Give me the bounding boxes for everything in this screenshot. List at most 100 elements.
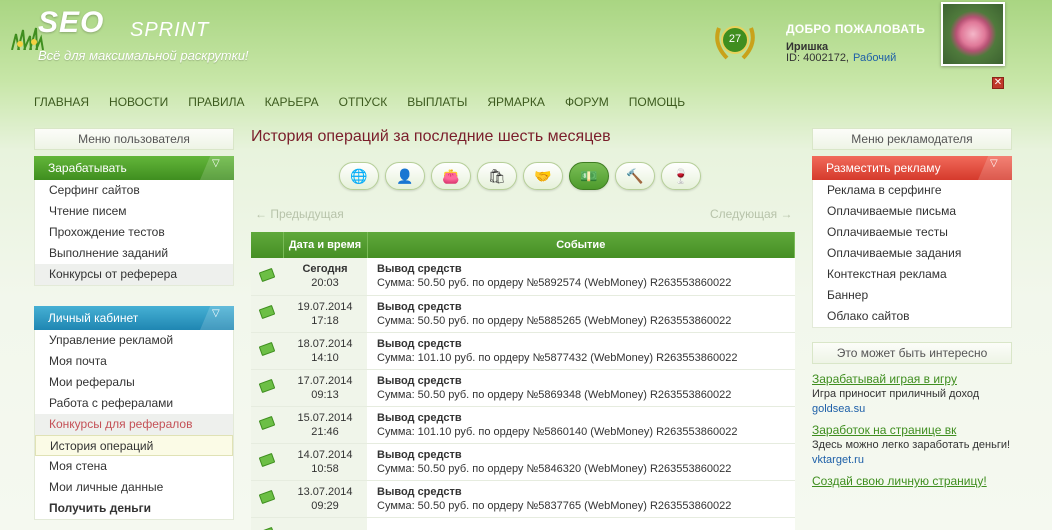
nav-item-5[interactable]: ВЫПЛАТЫ bbox=[407, 95, 467, 109]
event-column-header: Событие bbox=[367, 232, 795, 258]
nav-item-6[interactable]: ЯРМАРКА bbox=[487, 95, 545, 109]
cabinet-menu-label: Личный кабинет bbox=[48, 311, 139, 325]
interest-ad-site[interactable]: goldsea.su bbox=[812, 403, 1012, 415]
chevron-down-icon: ▽ bbox=[978, 156, 1012, 180]
advertiser-menu-item[interactable]: Реклама в серфинге bbox=[813, 180, 1011, 201]
user-id-line: ID: 4002172, Рабочий bbox=[786, 52, 896, 64]
wine-glass-icon: 🍷 bbox=[672, 167, 690, 184]
prev-page-link[interactable]: ← Предыдущая bbox=[255, 207, 344, 221]
cabinet-menu-item[interactable]: Управление рекламой bbox=[35, 330, 233, 351]
row-date: 19.07.2014 bbox=[297, 300, 353, 313]
row-summary: Сумма: 101.10 руб. по ордеру №5860140 (W… bbox=[377, 425, 738, 438]
close-icon[interactable]: ✕ bbox=[992, 77, 1004, 89]
earn-menu-header[interactable]: Зарабатывать ▽ bbox=[34, 156, 234, 180]
row-date: 15.07.2014 bbox=[297, 411, 353, 424]
filter-button[interactable]: 👤 bbox=[385, 162, 425, 190]
user-id: ID: 4002172, bbox=[786, 52, 849, 64]
main-nav: ГЛАВНАЯ НОВОСТИ ПРАВИЛА КАРЬЕРА ОТПУСК ВЫПЛАТ… bbox=[34, 95, 705, 109]
user-menu-title: Меню пользователя bbox=[34, 128, 234, 150]
site-logo[interactable]: SEO SPRINT Всё для максимальной раскрутк… bbox=[10, 4, 250, 66]
row-date: 18.07.2014 bbox=[297, 337, 353, 350]
row-icon-cell bbox=[251, 369, 283, 407]
earn-menu-item[interactable]: Чтение писем bbox=[35, 201, 233, 222]
chevron-down-icon: ▽ bbox=[200, 156, 234, 180]
table-row: Сегодня 20:03 Вывод средств Сумма: 50.50 ру… bbox=[251, 258, 795, 296]
interest-ad-link[interactable]: Зарабатывай играя в игру bbox=[812, 372, 1012, 386]
globe-icon: 🌐 bbox=[350, 167, 368, 184]
row-time: 17:18 bbox=[311, 314, 339, 327]
advertiser-menu-item[interactable]: Оплачиваемые задания bbox=[813, 243, 1011, 264]
advertiser-menu-item[interactable]: Оплачиваемые тесты bbox=[813, 222, 1011, 243]
nav-item-1[interactable]: НОВОСТИ bbox=[109, 95, 168, 109]
money-icon bbox=[258, 341, 276, 357]
interest-ad-text: Игра приносит приличный доход bbox=[812, 388, 980, 400]
cabinet-menu: Управление рекламой Моя почта Мои рефералы… bbox=[34, 330, 234, 520]
advertiser-menu-item[interactable]: Баннер bbox=[813, 285, 1011, 306]
logo-seo-text: SEO bbox=[38, 6, 105, 39]
table-row: 11.07.2014Вывод средств bbox=[251, 517, 795, 530]
row-event: Вывод средств bbox=[377, 374, 462, 387]
advertiser-menu-item[interactable]: Контекстная реклама bbox=[813, 264, 1011, 285]
cabinet-menu-item[interactable]: История операций bbox=[35, 435, 233, 456]
money-icon bbox=[258, 489, 276, 505]
cabinet-menu-item[interactable]: Работа с рефералами bbox=[35, 393, 233, 414]
table-row: 18.07.2014 14:10 Вывод средств Сумма: 101.1… bbox=[251, 332, 795, 370]
row-time: 14:10 bbox=[311, 351, 339, 364]
cabinet-menu-item[interactable]: Получить деньги bbox=[35, 498, 233, 519]
filter-button[interactable]: 🌐 bbox=[339, 162, 379, 190]
earn-menu-item[interactable]: Выполнение заданий bbox=[35, 243, 233, 264]
advertiser-menu-item[interactable]: Облако сайтов bbox=[813, 306, 1011, 327]
row-event-cell: Вывод средств Сумма: 101.10 руб. по ордер… bbox=[367, 406, 795, 444]
row-event: Вывод средств bbox=[377, 448, 462, 461]
row-date-cell: 11.07.2014 bbox=[283, 517, 367, 530]
next-page-link[interactable]: Следующая → bbox=[710, 207, 792, 221]
row-icon-cell bbox=[251, 480, 283, 518]
nav-item-8[interactable]: ПОМОЩЬ bbox=[629, 95, 685, 109]
user-icon: 👤 bbox=[396, 167, 414, 184]
row-event-cell: Вывод средств bbox=[367, 517, 795, 530]
filter-button[interactable]: 👛 bbox=[431, 162, 471, 190]
welcome-text: ДОБРО ПОЖАЛОВАТЬ bbox=[786, 22, 926, 36]
row-icon-cell bbox=[251, 443, 283, 481]
filter-button[interactable]: 🔨 bbox=[615, 162, 655, 190]
cabinet-menu-item[interactable]: Мои личные данные bbox=[35, 477, 233, 498]
filter-button[interactable]: 🍷 bbox=[661, 162, 701, 190]
earn-menu-label: Зарабатывать bbox=[48, 161, 127, 175]
row-time: 09:29 bbox=[311, 499, 339, 512]
nav-item-4[interactable]: ОТПУСК bbox=[339, 95, 388, 109]
filter-button[interactable]: 🤝 bbox=[523, 162, 563, 190]
row-event-cell: Вывод средств Сумма: 101.10 руб. по ордер… bbox=[367, 332, 795, 370]
filter-button[interactable]: 🛍 bbox=[477, 162, 517, 190]
advertiser-menu-item[interactable]: Оплачиваемые письма bbox=[813, 201, 1011, 222]
earn-menu-item[interactable]: Прохождение тестов bbox=[35, 222, 233, 243]
row-event: Вывод средств bbox=[377, 337, 462, 350]
place-ad-header[interactable]: Разместить рекламу ▽ bbox=[812, 156, 1012, 180]
avatar[interactable] bbox=[941, 2, 1005, 66]
user-status-link[interactable]: Рабочий bbox=[853, 52, 896, 64]
interest-ad-site[interactable]: vktarget.ru bbox=[812, 454, 1012, 466]
interest-ad-link[interactable]: Создай свою личную страницу! bbox=[812, 474, 1012, 488]
interest-ad-text: Здесь можно легко заработать деньги! bbox=[812, 439, 1011, 451]
nav-item-0[interactable]: ГЛАВНАЯ bbox=[34, 95, 89, 109]
right-sidebar: Меню рекламодателя Разместить рекламу ▽ Р… bbox=[812, 128, 1012, 488]
filter-button[interactable]: 💵 bbox=[569, 162, 609, 190]
cabinet-menu-header[interactable]: Личный кабинет ▽ bbox=[34, 306, 234, 330]
row-date: Сегодня bbox=[302, 263, 348, 276]
row-icon-cell bbox=[251, 406, 283, 444]
cabinet-menu-item[interactable]: Моя почта bbox=[35, 351, 233, 372]
interest-ad: Заработок на странице вк Здесь можно легк… bbox=[812, 423, 1012, 466]
row-time: 09:13 bbox=[311, 388, 339, 401]
interest-ad-link[interactable]: Заработок на странице вк bbox=[812, 423, 1012, 437]
nav-item-3[interactable]: КАРЬЕРА bbox=[265, 95, 319, 109]
row-event-cell: Вывод средств Сумма: 50.50 руб. по ордеру… bbox=[367, 480, 795, 518]
cabinet-menu-item[interactable]: Конкурсы для рефералов bbox=[35, 414, 233, 435]
cabinet-menu-item[interactable]: Мои рефералы bbox=[35, 372, 233, 393]
row-date-cell: 15.07.2014 21:46 bbox=[283, 406, 367, 444]
row-summary: Сумма: 50.50 руб. по ордеру №5869348 (We… bbox=[377, 388, 732, 401]
nav-item-2[interactable]: ПРАВИЛА bbox=[188, 95, 244, 109]
row-icon-cell bbox=[251, 517, 283, 530]
nav-item-7[interactable]: ФОРУМ bbox=[565, 95, 609, 109]
cabinet-menu-item[interactable]: Моя стена bbox=[35, 456, 233, 477]
earn-menu-item[interactable]: Серфинг сайтов bbox=[35, 180, 233, 201]
earn-menu-item[interactable]: Конкурсы от реферера bbox=[35, 264, 233, 285]
